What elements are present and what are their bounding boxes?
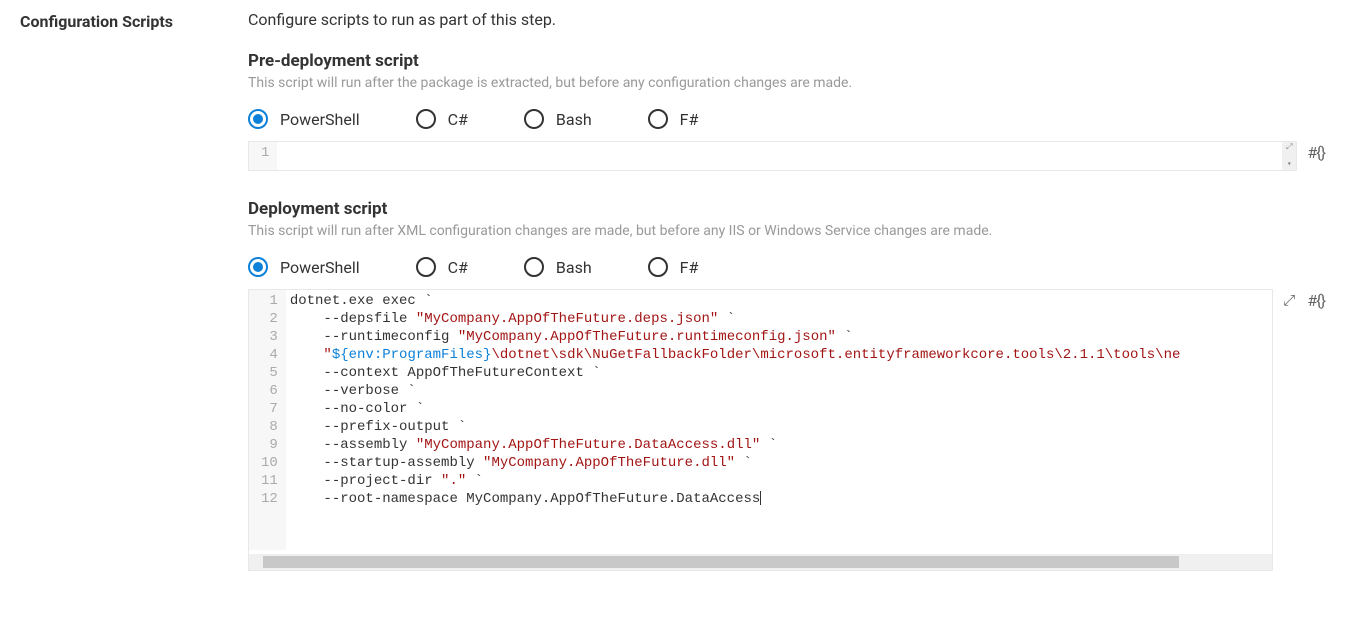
language-radio-fsharp[interactable]: F# <box>648 257 699 277</box>
deploy-subtitle: This script will run after XML configura… <box>248 223 1325 239</box>
expand-icon[interactable]: ⤢ <box>1283 291 1295 309</box>
radio-icon <box>648 109 668 129</box>
predeploy-language-radios: PowerShell C# Bash F# <box>248 109 1325 129</box>
language-radio-powershell[interactable]: PowerShell <box>248 257 360 277</box>
radio-label: PowerShell <box>280 110 360 129</box>
code-area[interactable] <box>277 142 1282 170</box>
language-radio-fsharp[interactable]: F# <box>648 109 699 129</box>
language-radio-bash[interactable]: Bash <box>524 109 592 129</box>
predeploy-section: Pre-deployment script This script will r… <box>248 51 1325 171</box>
radio-label: F# <box>680 110 699 129</box>
deploy-language-radios: PowerShell C# Bash F# <box>248 257 1325 277</box>
vertical-scrollbar[interactable]: ⤢ ▾ <box>1282 142 1296 170</box>
radio-icon <box>524 257 544 277</box>
code-area[interactable]: dotnet.exe exec ` --depsfile "MyCompany.… <box>286 290 1272 550</box>
line-gutter: 1 <box>249 142 277 170</box>
expand-icon[interactable]: ⤢ <box>1285 142 1293 153</box>
radio-label: Bash <box>556 110 592 129</box>
predeploy-editor[interactable]: 1 ⤢ ▾ <box>248 141 1297 171</box>
language-radio-csharp[interactable]: C# <box>416 257 468 277</box>
deploy-title: Deployment script <box>248 199 1325 219</box>
section-description: Configure scripts to run as part of this… <box>248 10 1325 29</box>
radio-icon <box>416 109 436 129</box>
insert-variable-icon[interactable]: #{} <box>1307 143 1325 162</box>
radio-label: C# <box>448 258 468 277</box>
radio-icon <box>416 257 436 277</box>
language-radio-csharp[interactable]: C# <box>416 109 468 129</box>
radio-label: F# <box>680 258 699 277</box>
radio-icon <box>248 257 268 277</box>
deploy-section: Deployment script This script will run a… <box>248 199 1325 571</box>
insert-variable-icon[interactable]: #{} <box>1307 291 1325 310</box>
predeploy-subtitle: This script will run after the package i… <box>248 75 1325 91</box>
radio-label: C# <box>448 110 468 129</box>
horizontal-scrollbar[interactable] <box>249 554 1272 570</box>
predeploy-title: Pre-deployment script <box>248 51 1325 71</box>
radio-icon <box>648 257 668 277</box>
section-title: Configuration Scripts <box>20 10 248 599</box>
radio-label: Bash <box>556 258 592 277</box>
deploy-editor[interactable]: 123456789101112 dotnet.exe exec ` --deps… <box>248 289 1273 571</box>
language-radio-bash[interactable]: Bash <box>524 257 592 277</box>
radio-label: PowerShell <box>280 258 360 277</box>
language-radio-powershell[interactable]: PowerShell <box>248 109 360 129</box>
radio-icon <box>248 109 268 129</box>
radio-icon <box>524 109 544 129</box>
line-gutter: 123456789101112 <box>249 290 286 550</box>
